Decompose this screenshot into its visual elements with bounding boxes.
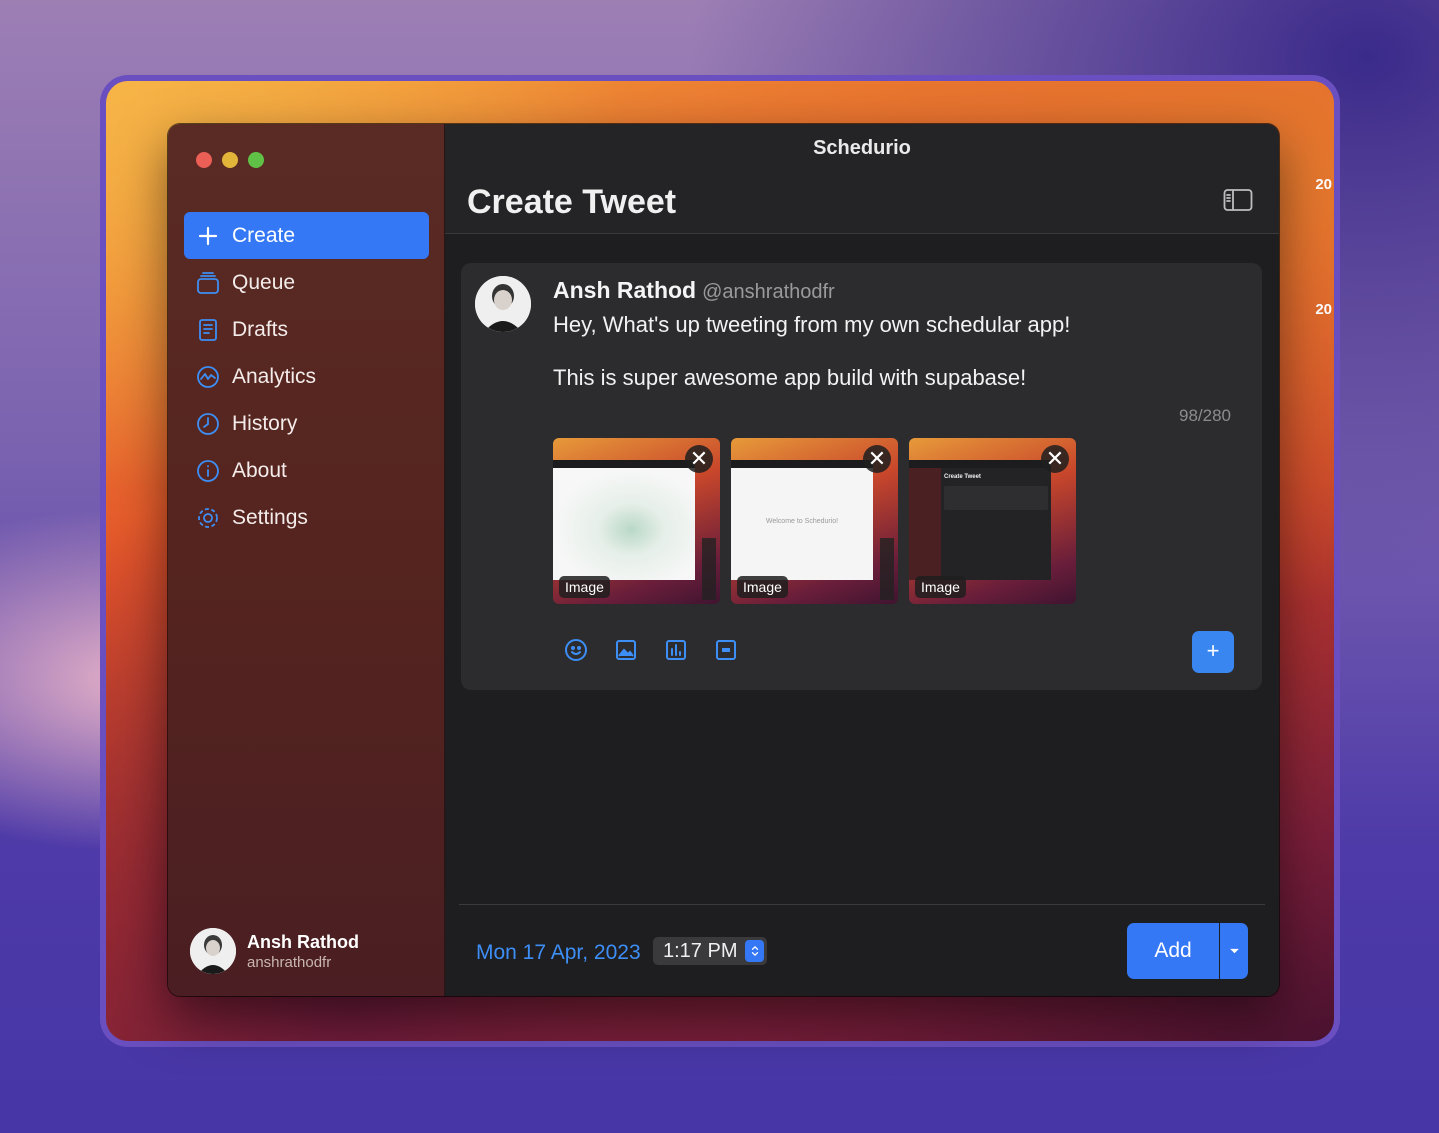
thumbnail-caption: Welcome to Schedurio! [765,518,839,525]
poll-icon[interactable] [664,638,688,662]
sidebar-item-label: About [232,458,287,482]
image-icon[interactable] [614,638,638,662]
emoji-icon[interactable] [564,638,588,662]
footer-divider [459,904,1265,905]
sidebar-item-label: Analytics [232,364,317,388]
image-attachment[interactable]: Welcome to Schedurio! ✕ Image [731,438,898,604]
tweet-header: Ansh Rathod @anshrathodfr [553,277,835,304]
image-label: Image [737,576,788,598]
author-avatar [475,276,531,332]
image-attachment[interactable]: Create Tweet ✕ Image [909,438,1076,604]
author-handle: @anshrathodfr [702,281,835,303]
stack-icon [196,271,220,295]
image-label: Image [915,576,966,598]
gif-icon[interactable] [714,638,738,662]
time-picker[interactable]: 1:17 PM [653,937,767,965]
clock-icon [196,412,220,436]
sidebar-item-history[interactable]: History [184,400,429,447]
window-title: Schedurio [445,124,1279,172]
plus-icon [196,224,220,248]
chevron-down-icon [1229,948,1239,953]
remove-image-button[interactable]: ✕ [685,445,713,473]
gear-icon [196,506,220,530]
add-button[interactable]: Add [1127,923,1219,979]
sidebar-item-queue[interactable]: Queue [184,259,429,306]
wallpaper-edge-text-1: 20 [1315,176,1332,193]
thumbnail-screen [553,468,695,580]
sidebar-item-label: Create [232,223,296,247]
sidebar-item-analytics[interactable]: Analytics [184,353,429,400]
main-content: Schedurio Create Tweet Ansh Rathod @ansh… [445,124,1279,996]
page-title: Create Tweet [467,183,677,221]
character-counter: 98/280 [1179,406,1231,425]
sidebar-item-label: Queue [232,270,296,294]
info-icon [196,459,220,483]
user-name: Ansh Rathod [247,931,359,952]
thumbnail-dock [880,538,894,600]
sidebar-item-about[interactable]: About [184,447,429,494]
sidebar-toggle-icon[interactable] [1223,188,1253,217]
thumbnail-card [944,486,1048,510]
remove-image-button[interactable]: ✕ [863,445,891,473]
thumbnail-sidebar [909,468,941,580]
sidebar: Create Queue Drafts Analytics History Ab… [168,124,445,996]
author-name: Ansh Rathod [553,277,697,303]
avatar [190,928,236,974]
sidebar-item-settings[interactable]: Settings [184,494,429,541]
image-label: Image [559,576,610,598]
maximize-window-button[interactable] [248,152,264,168]
tweet-text-line-1[interactable]: Hey, What's up tweeting from my own sche… [553,312,1070,338]
image-attachments: ✕ Image Welcome to Schedurio! ✕ Image Cr… [553,438,1076,604]
sidebar-item-label: History [232,411,298,435]
tweet-composer: Ansh Rathod @anshrathodfr Hey, What's up… [461,263,1262,690]
time-stepper-icon[interactable] [745,940,764,962]
thumbnail-caption: Create Tweet [944,474,981,480]
document-icon [196,318,220,342]
chart-line-icon [196,365,220,389]
sidebar-item-create[interactable]: Create [184,212,429,259]
composer-toolbar [564,638,738,662]
window-controls [196,152,264,168]
minimize-window-button[interactable] [222,152,238,168]
user-handle: anshrathodfr [247,953,332,971]
sidebar-nav: Create Queue Drafts Analytics History Ab… [184,212,429,541]
sidebar-item-label: Drafts [232,317,289,341]
sidebar-item-drafts[interactable]: Drafts [184,306,429,353]
app-window: Create Queue Drafts Analytics History Ab… [168,124,1279,996]
sidebar-item-label: Settings [232,505,308,529]
add-thread-button[interactable]: + [1192,631,1234,673]
remove-image-button[interactable]: ✕ [1041,445,1069,473]
schedule-date[interactable]: Mon 17 Apr, 2023 [476,941,641,965]
add-options-button[interactable] [1220,923,1248,979]
close-window-button[interactable] [196,152,212,168]
thumbnail-dock [702,538,716,600]
page-header: Create Tweet [445,172,1279,234]
wallpaper-edge-text-2: 20 [1315,301,1332,318]
schedule-time: 1:17 PM [663,939,738,962]
user-profile[interactable]: Ansh Rathod anshrathodfr [190,928,359,974]
tweet-text-line-2[interactable]: This is super awesome app build with sup… [553,365,1026,391]
image-attachment[interactable]: ✕ Image [553,438,720,604]
